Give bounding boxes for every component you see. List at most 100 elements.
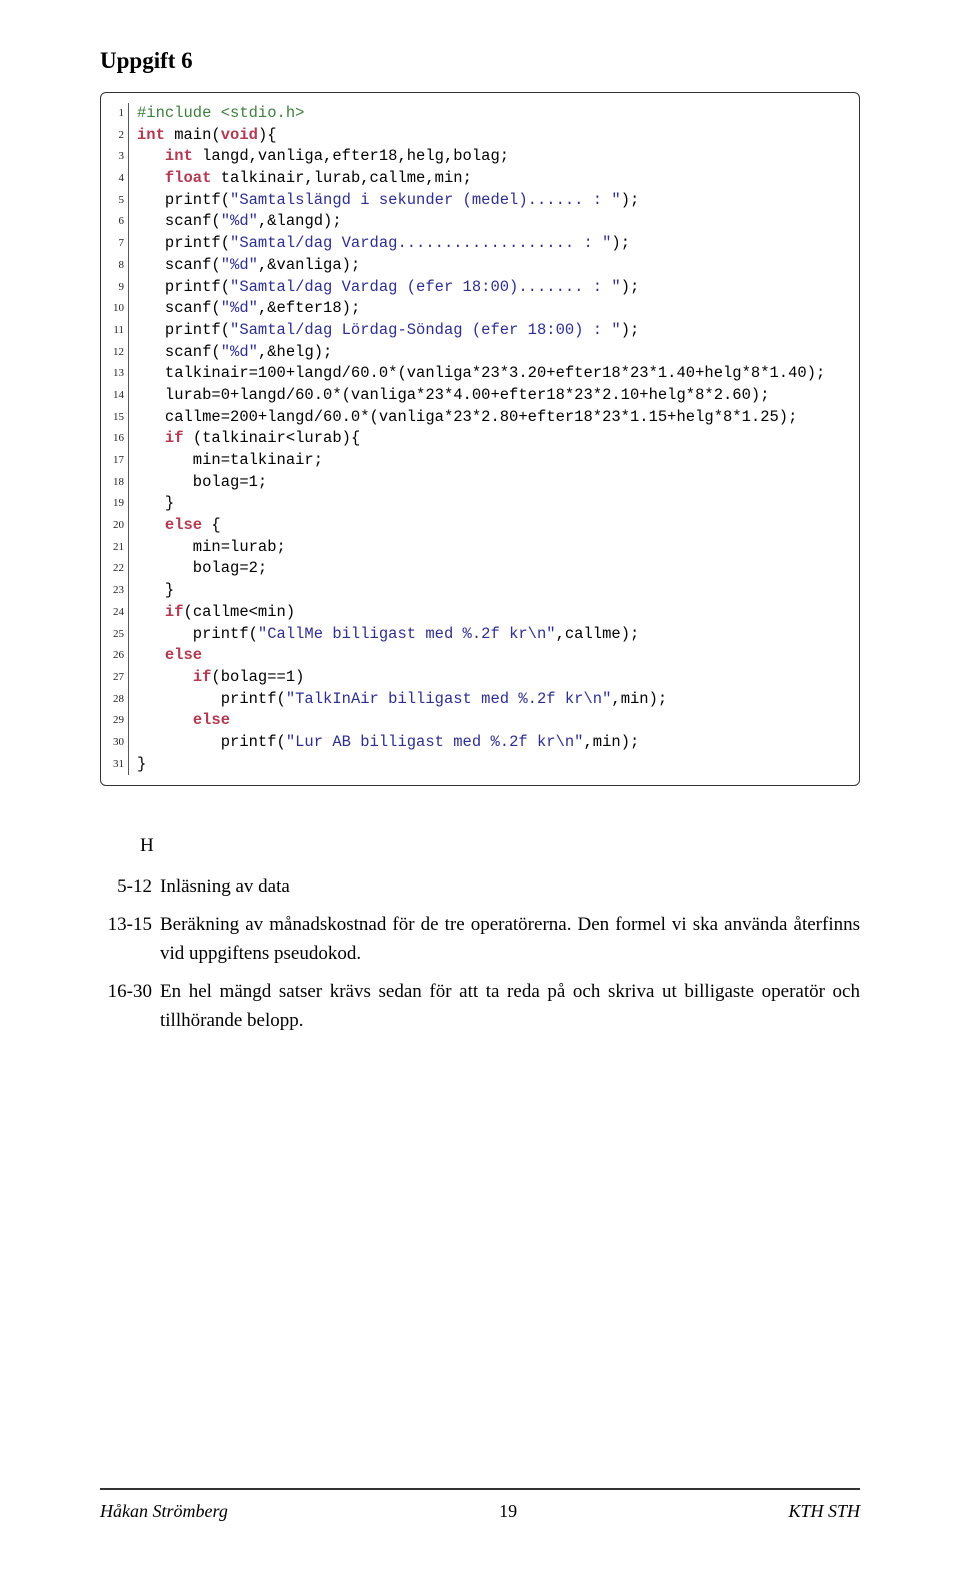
code-line: 2int main(void){ bbox=[101, 125, 859, 147]
code-line: 23 } bbox=[101, 580, 859, 602]
note-text: Beräkning av månadskostnad för de tre op… bbox=[160, 911, 860, 968]
code-text: else { bbox=[129, 515, 221, 537]
line-number: 28 bbox=[101, 689, 129, 711]
code-line: 21 min=lurab; bbox=[101, 537, 859, 559]
code-text: min=lurab; bbox=[129, 537, 286, 559]
line-number: 1 bbox=[101, 103, 129, 125]
code-line: 13 talkinair=100+langd/60.0*(vanliga*23*… bbox=[101, 363, 859, 385]
footer: Håkan Strömberg 19 KTH STH bbox=[100, 1501, 860, 1522]
line-number: 9 bbox=[101, 277, 129, 299]
code-line: 29 else bbox=[101, 710, 859, 732]
code-text: printf("Samtalslängd i sekunder (medel).… bbox=[129, 190, 639, 212]
line-number: 4 bbox=[101, 168, 129, 190]
line-number: 12 bbox=[101, 342, 129, 364]
code-line: 11 printf("Samtal/dag Lördag-Söndag (efe… bbox=[101, 320, 859, 342]
code-text: printf("Samtal/dag Vardag...............… bbox=[129, 233, 630, 255]
code-line: 1#include <stdio.h> bbox=[101, 103, 859, 125]
code-line: 25 printf("CallMe billigast med %.2f kr\… bbox=[101, 624, 859, 646]
line-number: 27 bbox=[101, 667, 129, 689]
code-text: bolag=2; bbox=[129, 558, 267, 580]
code-text: printf("Lur AB billigast med %.2f kr\n",… bbox=[129, 732, 639, 754]
line-number: 17 bbox=[101, 450, 129, 472]
line-number: 2 bbox=[101, 125, 129, 147]
footer-rule bbox=[100, 1488, 860, 1490]
line-number: 21 bbox=[101, 537, 129, 559]
code-text: float talkinair,lurab,callme,min; bbox=[129, 168, 472, 190]
code-line: 14 lurab=0+langd/60.0*(vanliga*23*4.00+e… bbox=[101, 385, 859, 407]
code-text: printf("Samtal/dag Lördag-Söndag (efer 1… bbox=[129, 320, 639, 342]
code-line: 17 min=talkinair; bbox=[101, 450, 859, 472]
note-row: 5-12Inläsning av data bbox=[100, 873, 860, 902]
code-line: 8 scanf("%d",&vanliga); bbox=[101, 255, 859, 277]
code-line: 9 printf("Samtal/dag Vardag (efer 18:00)… bbox=[101, 277, 859, 299]
code-line: 31} bbox=[101, 754, 859, 776]
line-number: 22 bbox=[101, 558, 129, 580]
code-text: printf("TalkInAir billigast med %.2f kr\… bbox=[129, 689, 667, 711]
line-number: 23 bbox=[101, 580, 129, 602]
code-text: } bbox=[129, 754, 146, 776]
line-number: 15 bbox=[101, 407, 129, 429]
code-text: #include <stdio.h> bbox=[129, 103, 304, 125]
code-line: 27 if(bolag==1) bbox=[101, 667, 859, 689]
footer-page-number: 19 bbox=[499, 1501, 517, 1522]
code-text: talkinair=100+langd/60.0*(vanliga*23*3.2… bbox=[129, 363, 825, 385]
line-number: 30 bbox=[101, 732, 129, 754]
code-line: 30 printf("Lur AB billigast med %.2f kr\… bbox=[101, 732, 859, 754]
code-text: scanf("%d",&helg); bbox=[129, 342, 332, 364]
line-number: 14 bbox=[101, 385, 129, 407]
code-line: 16 if (talkinair<lurab){ bbox=[101, 428, 859, 450]
line-number: 7 bbox=[101, 233, 129, 255]
line-number: 5 bbox=[101, 190, 129, 212]
line-number: 20 bbox=[101, 515, 129, 537]
code-line: 28 printf("TalkInAir billigast med %.2f … bbox=[101, 689, 859, 711]
line-number: 26 bbox=[101, 645, 129, 667]
code-line: 15 callme=200+langd/60.0*(vanliga*23*2.8… bbox=[101, 407, 859, 429]
line-number: 19 bbox=[101, 493, 129, 515]
code-text: scanf("%d",&efter18); bbox=[129, 298, 360, 320]
section-heading: Uppgift 6 bbox=[100, 48, 860, 74]
line-number: 25 bbox=[101, 624, 129, 646]
code-text: else bbox=[129, 645, 202, 667]
code-line: 19 } bbox=[101, 493, 859, 515]
code-text: } bbox=[129, 580, 174, 602]
code-text: int main(void){ bbox=[129, 125, 277, 147]
line-number: 10 bbox=[101, 298, 129, 320]
code-text: else bbox=[129, 710, 230, 732]
code-listing: 1#include <stdio.h>2int main(void){3 int… bbox=[100, 92, 860, 786]
code-line: 26 else bbox=[101, 645, 859, 667]
code-line: 7 printf("Samtal/dag Vardag.............… bbox=[101, 233, 859, 255]
note-label: 13-15 bbox=[100, 911, 160, 968]
note-row: 16-30En hel mängd satser krävs sedan för… bbox=[100, 978, 860, 1035]
line-number: 11 bbox=[101, 320, 129, 342]
commentary: H 5-12Inläsning av data13-15Beräkning av… bbox=[100, 832, 860, 1035]
line-number: 31 bbox=[101, 754, 129, 776]
code-line: 20 else { bbox=[101, 515, 859, 537]
note-label: 5-12 bbox=[100, 873, 160, 902]
code-text: scanf("%d",&vanliga); bbox=[129, 255, 360, 277]
code-text: printf("CallMe billigast med %.2f kr\n",… bbox=[129, 624, 639, 646]
line-number: 24 bbox=[101, 602, 129, 624]
line-number: 3 bbox=[101, 146, 129, 168]
line-number: 29 bbox=[101, 710, 129, 732]
code-text: min=talkinair; bbox=[129, 450, 323, 472]
note-text: Inläsning av data bbox=[160, 873, 860, 902]
line-number: 6 bbox=[101, 211, 129, 233]
code-line: 4 float talkinair,lurab,callme,min; bbox=[101, 168, 859, 190]
code-text: if(callme<min) bbox=[129, 602, 295, 624]
code-line: 24 if(callme<min) bbox=[101, 602, 859, 624]
code-text: if(bolag==1) bbox=[129, 667, 304, 689]
code-text: if (talkinair<lurab){ bbox=[129, 428, 360, 450]
footer-author: Håkan Strömberg bbox=[100, 1501, 228, 1522]
line-number: 8 bbox=[101, 255, 129, 277]
code-line: 22 bolag=2; bbox=[101, 558, 859, 580]
note-row: 13-15Beräkning av månadskostnad för de t… bbox=[100, 911, 860, 968]
code-line: 5 printf("Samtalslängd i sekunder (medel… bbox=[101, 190, 859, 212]
code-text: scanf("%d",&langd); bbox=[129, 211, 342, 233]
line-number: 13 bbox=[101, 363, 129, 385]
note-label: 16-30 bbox=[100, 978, 160, 1035]
footer-org: KTH STH bbox=[788, 1501, 860, 1522]
code-line: 10 scanf("%d",&efter18); bbox=[101, 298, 859, 320]
commentary-mark: H bbox=[140, 832, 860, 861]
code-line: 18 bolag=1; bbox=[101, 472, 859, 494]
code-text: bolag=1; bbox=[129, 472, 267, 494]
